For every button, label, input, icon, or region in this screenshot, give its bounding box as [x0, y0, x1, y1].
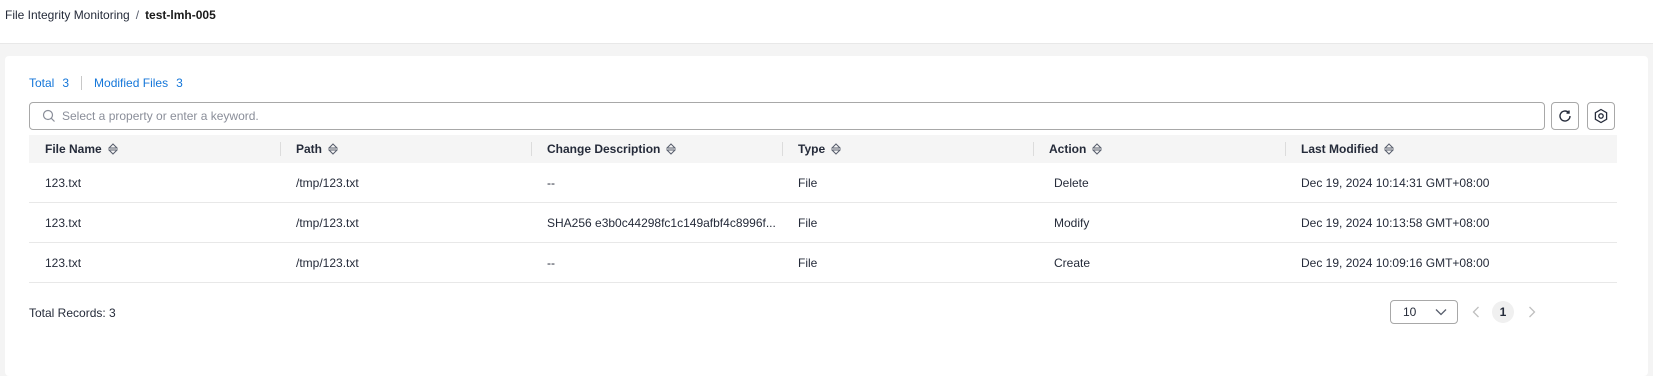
search-icon — [42, 109, 55, 122]
tab-divider — [81, 76, 83, 90]
column-header-last-modified: Last Modified — [1285, 135, 1617, 163]
tab-modified-files[interactable]: Modified Files 3 — [94, 76, 183, 90]
prev-page-button[interactable] — [1464, 300, 1488, 324]
column-header-file-name: File Name — [29, 135, 280, 163]
cell-path: /tmp/123.txt — [296, 215, 359, 230]
column-header-type: Type — [782, 135, 1033, 163]
cell-file-name: 123.txt — [45, 215, 82, 230]
column-header-path: Path — [280, 135, 531, 163]
search-box[interactable] — [29, 102, 1545, 130]
table-row: 123.txt /tmp/123.txt SHA256 e3b0c44298fc… — [29, 203, 1617, 243]
cell-last-modified: Dec 19, 2024 10:09:16 GMT+08:00 — [1301, 255, 1490, 270]
column-label: Last Modified — [1301, 142, 1379, 156]
tab-modified-files-label: Modified Files — [94, 76, 169, 90]
tab-total-count: 3 — [62, 76, 70, 90]
sort-icon[interactable] — [107, 143, 118, 155]
cell-action: Create — [1054, 255, 1091, 270]
refresh-button[interactable] — [1551, 102, 1579, 130]
pagination: 10 1 — [1390, 300, 1544, 324]
breadcrumb-current: test-lmh-005 — [145, 8, 216, 22]
cell-path: /tmp/123.txt — [296, 175, 359, 190]
sort-icon[interactable] — [1384, 143, 1395, 155]
total-records: Total Records: 3 — [29, 306, 116, 320]
chevron-down-icon — [1435, 309, 1447, 316]
page-size-value: 10 — [1403, 305, 1417, 319]
column-header-action: Action — [1033, 135, 1285, 163]
table-header: File Name Path Change Description Type A… — [29, 135, 1617, 163]
sort-icon[interactable] — [328, 143, 339, 155]
column-label: Action — [1049, 142, 1087, 156]
page-size-select[interactable]: 10 — [1390, 300, 1458, 324]
refresh-icon — [1559, 110, 1571, 122]
column-label: File Name — [45, 142, 102, 156]
column-label: Type — [798, 142, 826, 156]
tab-modified-files-count: 3 — [176, 76, 183, 90]
cell-action: Modify — [1054, 215, 1090, 230]
sort-icon[interactable] — [1092, 143, 1103, 155]
cell-change-description: -- — [547, 255, 555, 270]
table-row: 123.txt /tmp/123.txt -- File Create Dec … — [29, 243, 1617, 283]
cell-change-description: SHA256 e3b0c44298fc1c149afbf4c8996f... — [547, 215, 776, 230]
cell-file-name: 123.txt — [45, 255, 82, 270]
column-header-change-description: Change Description — [531, 135, 782, 163]
breadcrumb-parent-link[interactable]: File Integrity Monitoring — [5, 8, 130, 22]
cell-path: /tmp/123.txt — [296, 255, 359, 270]
next-page-button[interactable] — [1520, 300, 1544, 324]
settings-button[interactable] — [1587, 102, 1615, 130]
content-card: Total 3 Modified Files 3 File Name Path — [5, 56, 1648, 376]
file-changes-table: File Name Path Change Description Type A… — [29, 135, 1617, 283]
cell-type: File — [798, 215, 818, 230]
cell-action: Delete — [1054, 175, 1089, 190]
cell-last-modified: Dec 19, 2024 10:13:58 GMT+08:00 — [1301, 215, 1490, 230]
tab-total-label: Total — [29, 76, 55, 90]
cell-last-modified: Dec 19, 2024 10:14:31 GMT+08:00 — [1301, 175, 1490, 190]
chevron-right-icon — [1529, 306, 1536, 318]
cell-change-description: -- — [547, 175, 555, 190]
top-bar: File Integrity Monitoring / test-lmh-005 — [0, 0, 1653, 44]
sort-icon[interactable] — [831, 143, 842, 155]
gear-icon — [1594, 108, 1608, 124]
table-row: 123.txt /tmp/123.txt -- File Delete Dec … — [29, 163, 1617, 203]
cell-type: File — [798, 255, 818, 270]
cell-file-name: 123.txt — [45, 175, 82, 190]
sort-icon[interactable] — [666, 143, 677, 155]
breadcrumb-separator: / — [135, 8, 140, 22]
breadcrumb: File Integrity Monitoring / test-lmh-005 — [5, 8, 216, 22]
chevron-left-icon — [1472, 306, 1479, 318]
column-label: Change Description — [547, 142, 661, 156]
search-input[interactable] — [62, 109, 1544, 123]
tab-total[interactable]: Total 3 — [29, 76, 69, 90]
page-number-button[interactable]: 1 — [1492, 301, 1514, 323]
column-label: Path — [296, 142, 323, 156]
summary-tabs: Total 3 Modified Files 3 — [29, 76, 183, 90]
cell-type: File — [798, 175, 818, 190]
